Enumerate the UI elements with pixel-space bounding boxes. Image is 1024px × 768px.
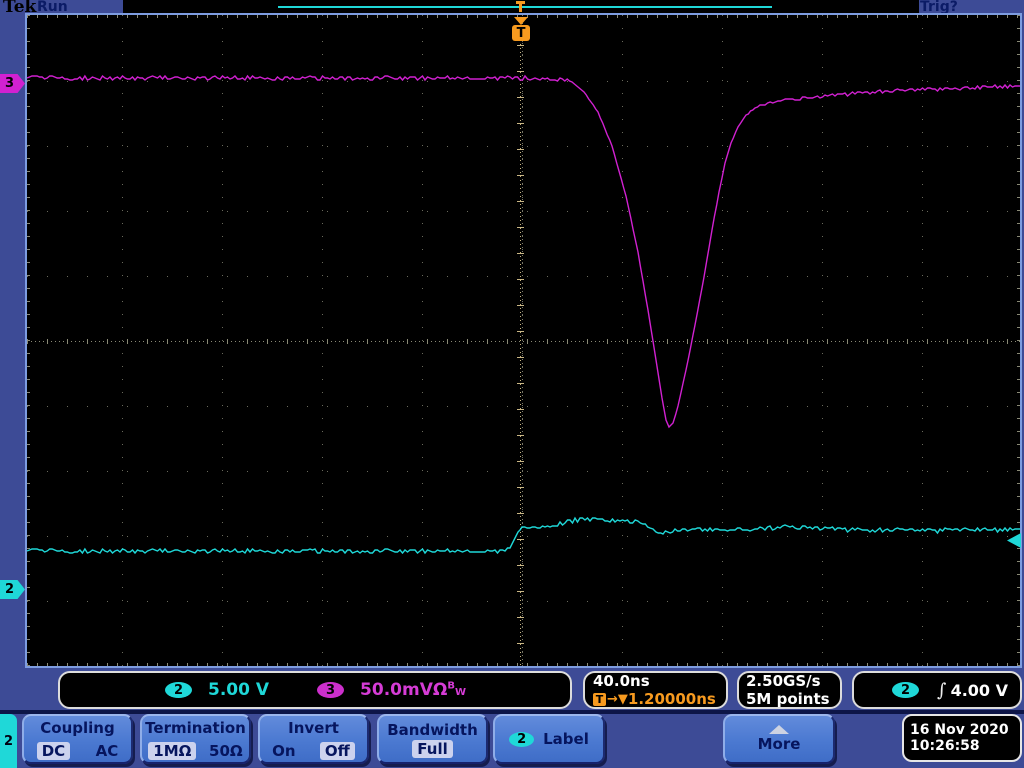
timebase-readout: 40.0ns xyxy=(593,672,650,690)
termination-button[interactable]: Termination 1MΩ 50Ω xyxy=(140,714,251,764)
ch2-position-marker[interactable]: 2 xyxy=(0,580,25,599)
invert-title: Invert xyxy=(260,719,367,737)
invert-button[interactable]: Invert On Off xyxy=(258,714,369,764)
trigger-delay-readout: T→▼1.20000ns xyxy=(593,690,716,708)
trigger-source-badge: 2 xyxy=(892,682,919,698)
termination-option-50[interactable]: 50Ω xyxy=(209,742,243,760)
waveform-traces xyxy=(27,15,1020,666)
grid-area: T xyxy=(27,15,1020,666)
termination-option-1m[interactable]: 1MΩ xyxy=(148,742,196,760)
label-button[interactable]: 2 Label xyxy=(493,714,605,764)
trigger-t-icon: T xyxy=(593,693,606,706)
termination-title: Termination xyxy=(142,719,249,737)
record-length-readout: 5M points xyxy=(746,690,830,708)
graticule: T xyxy=(25,13,1022,668)
coupling-option-ac[interactable]: AC xyxy=(96,742,119,760)
time-text: 10:26:58 xyxy=(910,738,1020,754)
bandwidth-title: Bandwidth xyxy=(379,721,486,739)
label-channel-badge: 2 xyxy=(509,732,534,747)
ch3-badge: 3 xyxy=(317,682,344,698)
bandwidth-button[interactable]: Bandwidth Full xyxy=(377,714,488,764)
active-channel-tab[interactable]: 2 xyxy=(0,714,17,768)
trigger-readout-box: 2 ∫ 4.00 V xyxy=(852,671,1022,709)
bandwidth-limit-indicator: B xyxy=(447,680,455,691)
record-trigger-position-icon[interactable] xyxy=(516,1,525,12)
record-view-bar xyxy=(123,0,919,13)
ch2-scale-readout: 5.00 V xyxy=(208,680,269,700)
record-view-waveform-line xyxy=(278,6,772,8)
more-title: More xyxy=(758,735,801,753)
trigger-slope-icon: ∫ xyxy=(937,680,946,701)
coupling-button[interactable]: Coupling DC AC xyxy=(22,714,133,764)
acquisition-readout-box: 2.50GS/s 5M points xyxy=(737,671,842,709)
ch3-position-marker[interactable]: 3 xyxy=(0,74,25,93)
more-button[interactable]: More xyxy=(723,714,835,764)
ch2-badge: 2 xyxy=(165,682,192,698)
label-title: Label xyxy=(543,730,589,748)
invert-option-off[interactable]: Off xyxy=(320,742,355,760)
bandwidth-value[interactable]: Full xyxy=(412,740,452,758)
coupling-option-dc[interactable]: DC xyxy=(37,742,70,760)
oscilloscope-screen: Tek Run Trig? T xyxy=(0,0,1024,768)
vertical-readout-box: 2 5.00 V 3 50.0mVΩBW xyxy=(58,671,572,709)
horizontal-readout-box: 40.0ns T→▼1.20000ns xyxy=(583,671,728,709)
more-up-arrow-icon xyxy=(769,725,789,734)
date-text: 16 Nov 2020 xyxy=(910,722,1020,738)
sample-rate-readout: 2.50GS/s xyxy=(746,672,821,690)
ch3-scale-readout: 50.0mVΩBW xyxy=(360,680,466,700)
datetime-display: 16 Nov 2020 10:26:58 xyxy=(902,714,1022,762)
coupling-title: Coupling xyxy=(24,719,131,737)
invert-option-on[interactable]: On xyxy=(272,742,295,760)
trigger-level-readout: 4.00 V xyxy=(951,681,1008,700)
